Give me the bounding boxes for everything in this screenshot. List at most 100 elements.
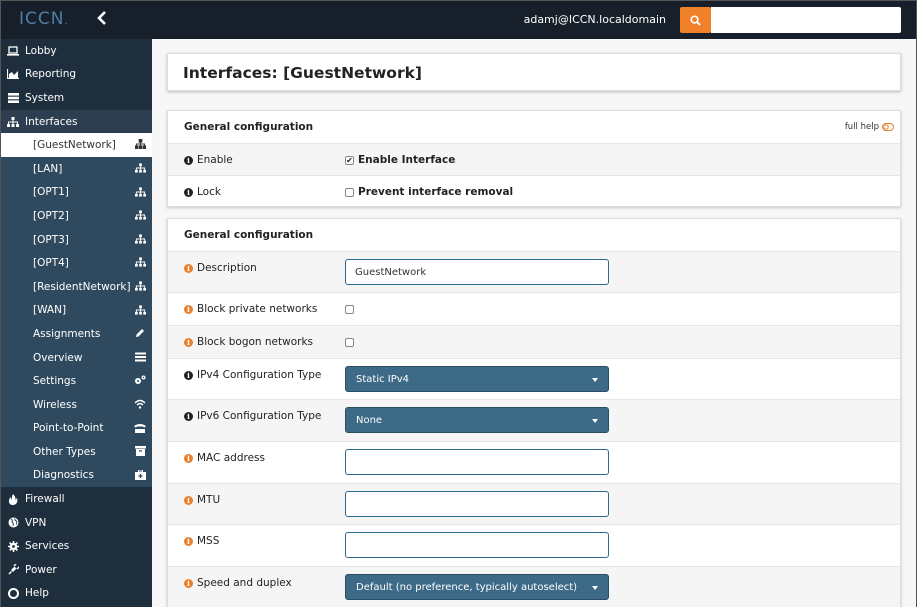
info-icon[interactable]: i xyxy=(184,536,193,546)
sidebar-item-services[interactable]: Services xyxy=(1,534,152,558)
sidebar-item-vpn[interactable]: VPN xyxy=(1,511,152,535)
ipv4-type-value: Static IPv4 xyxy=(356,373,410,385)
sidebar-item-label: Assignments xyxy=(33,327,101,340)
sidebar-item-lobby[interactable]: Lobby xyxy=(1,39,152,63)
panel-heading: General configuration full help xyxy=(168,111,900,143)
plug-icon xyxy=(6,564,20,575)
collapse-sidebar-button[interactable] xyxy=(94,10,110,30)
mac-row: i MAC address xyxy=(168,441,900,483)
sidebar-item-help[interactable]: Help xyxy=(1,582,152,606)
search-input[interactable] xyxy=(711,7,901,33)
ipv4-type-select[interactable]: Static IPv4 xyxy=(345,366,609,392)
toggle-off-icon xyxy=(882,123,894,131)
sidebar-item-diagnostics[interactable]: Diagnostics xyxy=(1,463,152,488)
fire-icon xyxy=(6,493,20,505)
info-icon[interactable]: i xyxy=(184,304,193,314)
general-config-panel-1: General configuration full help i Enable … xyxy=(167,110,901,207)
mtu-label-text: MTU xyxy=(197,494,221,506)
sidebar-item-residentnetwork[interactable]: [ResidentNetwork] xyxy=(1,274,152,299)
description-row: i Description xyxy=(168,251,900,292)
tasks-icon xyxy=(134,351,146,363)
user-menu[interactable]: adamj@ICCN.localdomain xyxy=(524,13,666,26)
info-icon[interactable]: i xyxy=(184,411,193,421)
caret-down-icon xyxy=(592,586,598,590)
mac-address-input[interactable] xyxy=(345,449,609,475)
info-icon[interactable]: i xyxy=(184,263,193,273)
sitemap-icon xyxy=(134,233,146,245)
sidebar-item-label: System xyxy=(25,91,65,104)
sidebar-item-label: Other Types xyxy=(33,445,96,458)
life-ring-icon xyxy=(6,587,20,599)
description-input[interactable] xyxy=(345,259,609,285)
page-title: Interfaces: [GuestNetwork] xyxy=(183,64,422,82)
sidebar-item-label: [WAN] xyxy=(33,304,67,317)
brand-logo[interactable]: ICCN. xyxy=(19,9,69,29)
sidebar-item-settings[interactable]: Settings xyxy=(1,369,152,393)
sidebar-item-wan[interactable]: [WAN] xyxy=(1,298,152,323)
info-icon[interactable]: i xyxy=(184,337,193,347)
info-icon[interactable]: i xyxy=(184,187,193,197)
sidebar-item-label: Firewall xyxy=(25,493,65,506)
enable-interface-checkbox[interactable]: ✔ xyxy=(345,155,354,165)
top-navbar: ICCN. adamj@ICCN.localdomain xyxy=(1,1,916,39)
sidebar-item-opt2[interactable]: [OPT2] xyxy=(1,204,152,228)
sidebar-item-label: VPN xyxy=(25,516,47,529)
block-private-row: i Block private networks xyxy=(168,292,900,325)
speed-duplex-select[interactable]: Default (no preference, typically autose… xyxy=(345,574,609,600)
sidebar-item-interfaces[interactable]: Interfaces xyxy=(1,109,152,134)
chevron-left-icon xyxy=(97,11,106,25)
general-config-panel-2: General configuration i Description i Bloc… xyxy=(167,218,901,607)
sidebar-item-firewall[interactable]: Firewall xyxy=(1,487,152,511)
sidebar-item-label: Lobby xyxy=(25,44,57,57)
area-chart-icon xyxy=(6,69,20,80)
enable-interface-label[interactable]: Enable Interface xyxy=(358,154,455,166)
sidebar-item-other-types[interactable]: Other Types xyxy=(1,440,152,464)
ipv6-type-label-text: IPv6 Configuration Type xyxy=(197,410,322,422)
mtu-row: i MTU xyxy=(168,483,900,524)
sidebar-item-label: Interfaces xyxy=(25,115,78,128)
sidebar-item-overview[interactable]: Overview xyxy=(1,345,152,370)
sidebar-item-point-to-point[interactable]: Point-to-Point xyxy=(1,416,152,441)
sidebar-item-opt4[interactable]: [OPT4] xyxy=(1,251,152,275)
ipv6-type-select[interactable]: None xyxy=(345,407,609,433)
full-help-toggle[interactable]: full help xyxy=(845,122,894,132)
prevent-removal-checkbox[interactable] xyxy=(345,187,354,197)
sidebar-item-guestnetwork[interactable]: [GuestNetwork] xyxy=(1,133,152,157)
info-icon[interactable]: i xyxy=(184,155,193,165)
mss-input[interactable] xyxy=(345,532,609,558)
info-icon[interactable]: i xyxy=(184,495,193,505)
block-bogon-checkbox[interactable] xyxy=(345,337,354,347)
sidebar-item-reporting[interactable]: Reporting xyxy=(1,63,152,87)
info-icon[interactable]: i xyxy=(184,578,193,588)
mtu-input[interactable] xyxy=(345,491,609,517)
info-icon[interactable]: i xyxy=(184,453,193,463)
sidebar-item-label: Wireless xyxy=(33,398,77,411)
sidebar-item-opt3[interactable]: [OPT3] xyxy=(1,227,152,252)
sidebar-item-wireless[interactable]: Wireless xyxy=(1,392,152,417)
sidebar-item-system[interactable]: System xyxy=(1,86,152,110)
sidebar-item-label: [LAN] xyxy=(33,162,63,175)
sidebar-item-opt1[interactable]: [OPT1] xyxy=(1,180,152,205)
info-icon[interactable]: i xyxy=(184,370,193,380)
sidebar-item-label: Overview xyxy=(33,351,83,364)
ipv6-type-value: None xyxy=(356,414,383,426)
sidebar-item-label: Settings xyxy=(33,375,77,388)
prevent-removal-label[interactable]: Prevent interface removal xyxy=(358,186,513,198)
block-private-label-text: Block private networks xyxy=(197,303,318,315)
speed-duplex-label: i Speed and duplex xyxy=(184,577,292,589)
search-button[interactable] xyxy=(680,7,711,33)
sitemap-icon xyxy=(134,209,146,221)
block-private-checkbox[interactable] xyxy=(345,304,354,314)
sidebar-item-label: Point-to-Point xyxy=(33,422,104,435)
sidebar: Lobby Reporting System Interfaces [Guest… xyxy=(1,39,152,607)
sidebar-item-lan[interactable]: [LAN] xyxy=(1,156,152,181)
full-help-label: full help xyxy=(844,122,879,132)
description-label-text: Description xyxy=(197,262,257,274)
globe-icon xyxy=(6,517,20,528)
sidebar-item-assignments[interactable]: Assignments xyxy=(1,322,152,346)
sidebar-item-label: Services xyxy=(25,540,70,553)
sidebar-item-power[interactable]: Power xyxy=(1,558,152,582)
sidebar-item-label: Reporting xyxy=(25,68,77,81)
sidebar-item-label: Power xyxy=(25,563,57,576)
ipv4-type-label: i IPv4 Configuration Type xyxy=(184,369,321,381)
